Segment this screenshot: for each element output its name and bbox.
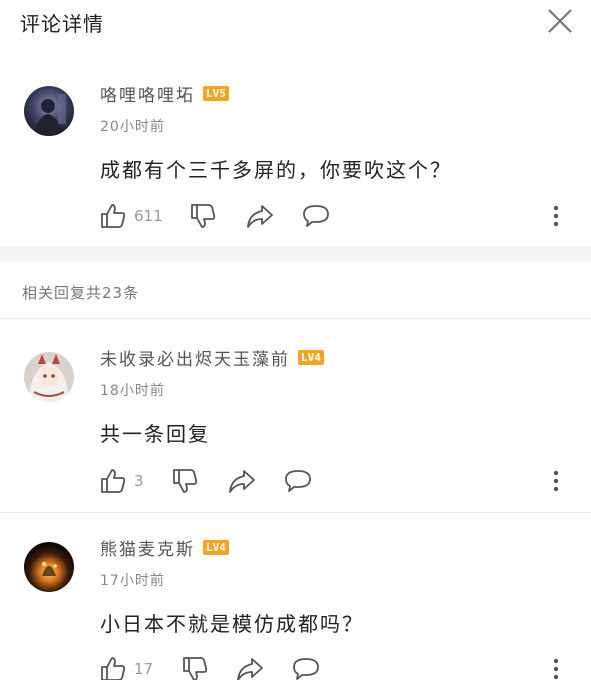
avatar[interactable] xyxy=(24,352,74,402)
like-button[interactable]: 611 xyxy=(100,201,163,231)
avatar[interactable] xyxy=(24,86,74,136)
share-icon xyxy=(229,470,255,493)
comment-bubble-icon xyxy=(303,205,329,227)
divider xyxy=(0,512,591,513)
share-icon xyxy=(247,205,273,228)
comment-actions: 17 xyxy=(100,654,570,680)
more-vertical-icon xyxy=(553,205,559,227)
username-row: 咯哩咯哩坧 LV5 xyxy=(100,81,229,106)
share-button[interactable] xyxy=(228,466,256,496)
reply-button[interactable] xyxy=(292,654,320,680)
like-count: 611 xyxy=(134,207,163,225)
thumbs-down-icon xyxy=(173,469,198,493)
level-badge: LV4 xyxy=(203,539,229,555)
level-badge: LV4 xyxy=(298,349,324,365)
username-row: 未收录必出烬天玉藻前 LV4 xyxy=(100,345,324,370)
reply-item: 熊猫麦克斯 LV4 17小时前 小日本不就是模仿成都吗？ 17 xyxy=(0,514,591,680)
reply-item: 未收录必出烬天玉藻前 LV4 18小时前 共一条回复 3 xyxy=(0,320,591,510)
comment-time: 17小时前 xyxy=(100,573,165,589)
thumbs-down-icon xyxy=(191,204,216,228)
replies-count-header: 相关回复共23条 xyxy=(22,284,140,302)
comment-content: 共一条回复 xyxy=(100,422,210,446)
comment-time: 20小时前 xyxy=(100,119,165,135)
close-button[interactable] xyxy=(545,6,575,36)
thumbs-up-icon xyxy=(101,469,126,493)
comment-content: 小日本不就是模仿成都吗？ xyxy=(100,612,364,636)
divider xyxy=(0,318,591,319)
close-icon xyxy=(548,9,572,33)
comment-actions: 611 xyxy=(100,201,570,231)
more-vertical-icon xyxy=(553,470,559,492)
comment-time: 18小时前 xyxy=(100,383,165,399)
like-count: 17 xyxy=(134,660,154,678)
share-button[interactable] xyxy=(246,201,274,231)
like-count: 3 xyxy=(134,472,144,490)
more-options-button[interactable] xyxy=(548,201,564,231)
level-badge: LV5 xyxy=(203,85,229,101)
dislike-button[interactable] xyxy=(182,654,208,680)
more-vertical-icon xyxy=(553,658,559,680)
like-button[interactable]: 17 xyxy=(100,654,153,680)
reply-button[interactable] xyxy=(302,201,330,231)
avatar[interactable] xyxy=(24,542,74,592)
page-title: 评论详情 xyxy=(20,12,104,36)
reply-button[interactable] xyxy=(284,466,312,496)
thumbs-up-icon xyxy=(101,204,126,228)
comment-actions: 3 xyxy=(100,466,570,496)
share-button[interactable] xyxy=(236,654,264,680)
thumbs-up-icon xyxy=(101,657,126,680)
like-button[interactable]: 3 xyxy=(100,466,144,496)
section-separator xyxy=(0,246,591,262)
username[interactable]: 熊猫麦克斯 xyxy=(100,535,195,560)
username[interactable]: 咯哩咯哩坧 xyxy=(100,81,195,106)
comment-content: 成都有个三千多屏的，你要吹这个？ xyxy=(100,158,452,182)
username[interactable]: 未收录必出烬天玉藻前 xyxy=(100,345,290,370)
dislike-button[interactable] xyxy=(172,466,198,496)
username-row: 熊猫麦克斯 LV4 xyxy=(100,535,229,560)
thumbs-down-icon xyxy=(183,657,208,680)
dislike-button[interactable] xyxy=(190,201,216,231)
more-options-button[interactable] xyxy=(548,654,564,680)
header: 评论详情 xyxy=(0,0,591,50)
more-options-button[interactable] xyxy=(548,466,564,496)
comment-bubble-icon xyxy=(285,470,311,492)
main-comment: 咯哩咯哩坧 LV5 20小时前 成都有个三千多屏的，你要吹这个？ 611 xyxy=(0,58,591,243)
comment-bubble-icon xyxy=(293,658,319,680)
share-icon xyxy=(237,658,263,680)
